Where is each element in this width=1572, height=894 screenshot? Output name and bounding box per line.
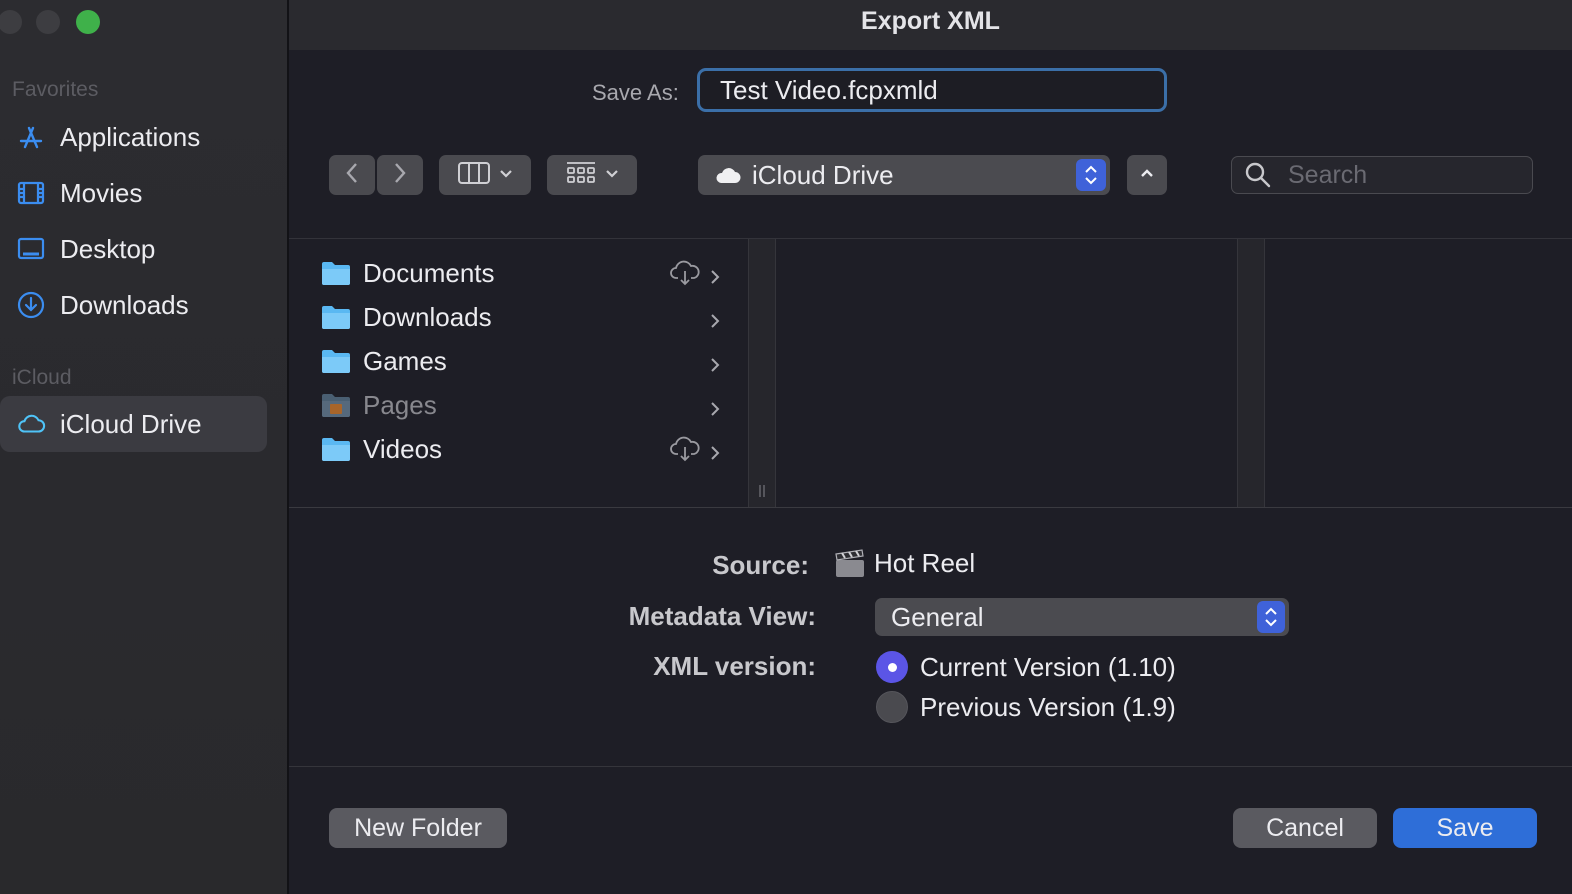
sidebar-item-movies[interactable]: Movies — [0, 165, 267, 221]
window-title: Export XML — [289, 0, 1572, 50]
column-resize-handle[interactable] — [1237, 239, 1265, 507]
folder-icon — [321, 348, 351, 374]
sidebar-item-applications[interactable]: Applications — [0, 109, 267, 165]
chevron-up-icon — [1139, 166, 1155, 184]
movies-icon — [16, 178, 46, 208]
up-down-chevron-icon — [1257, 601, 1285, 633]
radio-label: Previous Version (1.9) — [920, 691, 1176, 722]
list-item[interactable]: Downloads — [321, 297, 721, 337]
sidebar-item-label: Downloads — [60, 289, 189, 320]
grid-icon — [565, 160, 597, 191]
chevron-down-icon — [605, 166, 619, 184]
chevron-left-icon — [344, 161, 360, 190]
radio-selected-icon — [876, 651, 908, 683]
chevron-right-icon — [709, 307, 721, 338]
sidebar-item-label: Applications — [60, 121, 201, 152]
folder-icon — [321, 260, 351, 286]
window-controls — [0, 10, 120, 34]
file-name: Videos — [363, 433, 443, 464]
close-window-button[interactable] — [0, 10, 22, 34]
list-item[interactable]: Games — [321, 341, 721, 381]
sidebar-item-label: Movies — [60, 177, 143, 208]
chevron-right-icon — [709, 351, 721, 382]
metadata-view-label: Metadata View: — [628, 601, 816, 631]
save-button[interactable]: Save — [1393, 808, 1537, 848]
desktop-icon — [16, 234, 46, 264]
radio-label: Current Version (1.10) — [920, 651, 1176, 682]
sidebar-item-label: iCloud Drive — [60, 408, 202, 439]
location-label: iCloud Drive — [752, 159, 894, 190]
sidebar-section-favorites: Favorites — [12, 78, 99, 101]
browser-column: Documents Downloads Games Pages Videos — [289, 239, 748, 507]
folder-icon — [321, 436, 351, 462]
chevron-down-icon — [499, 166, 513, 184]
clapperboard-icon — [834, 548, 866, 579]
file-browser: Documents Downloads Games Pages Videos — [289, 238, 1572, 508]
downloads-icon — [16, 290, 46, 320]
folder-icon — [321, 304, 351, 330]
zoom-window-button[interactable] — [76, 10, 100, 34]
xml-version-previous-radio[interactable]: Previous Version (1.9) — [876, 691, 1176, 723]
cancel-button[interactable]: Cancel — [1233, 808, 1377, 848]
source-value: Hot Reel — [834, 548, 975, 579]
sidebar: Favorites Applications Movies Desktop Do… — [0, 0, 289, 894]
view-columns-button[interactable] — [439, 155, 531, 195]
metadata-view-value: General — [891, 602, 984, 632]
minimize-window-button[interactable] — [36, 10, 60, 34]
xml-version-current-radio[interactable]: Current Version (1.10) — [876, 651, 1176, 683]
pages-folder-icon — [321, 392, 351, 418]
chevron-right-icon — [392, 161, 408, 190]
list-item[interactable]: Videos — [321, 429, 721, 469]
file-name: Documents — [363, 257, 495, 288]
save-as-label: Save As: — [592, 80, 679, 105]
divider — [289, 766, 1572, 767]
applications-icon — [16, 122, 46, 152]
expand-collapse-button[interactable] — [1127, 155, 1167, 195]
chevron-right-icon — [709, 395, 721, 426]
columns-view-icon — [457, 161, 491, 190]
file-name: Downloads — [363, 301, 492, 332]
location-popup[interactable]: iCloud Drive — [698, 155, 1110, 195]
sidebar-item-desktop[interactable]: Desktop — [0, 221, 267, 277]
radio-unselected-icon — [876, 691, 908, 723]
forward-button[interactable] — [377, 155, 423, 195]
chevron-right-icon — [709, 263, 721, 294]
column-resize-handle[interactable] — [748, 239, 776, 507]
chevron-right-icon — [709, 439, 721, 470]
sidebar-item-downloads[interactable]: Downloads — [0, 277, 267, 333]
metadata-view-popup[interactable]: General — [875, 598, 1289, 636]
new-folder-button[interactable]: New Folder — [329, 808, 507, 848]
search-input[interactable] — [1286, 159, 1520, 191]
sidebar-item-icloud-drive[interactable]: iCloud Drive — [0, 396, 267, 452]
search-field[interactable] — [1231, 156, 1533, 194]
file-name: Pages — [363, 389, 437, 420]
xml-version-label: XML version: — [653, 651, 816, 681]
save-panel: Save As: iCloud Drive Documents — [289, 50, 1572, 894]
cloud-download-icon[interactable] — [669, 435, 701, 470]
list-item[interactable]: Pages — [321, 385, 721, 425]
list-item[interactable]: Documents — [321, 253, 721, 293]
cloud-icon — [16, 409, 46, 439]
search-icon — [1244, 161, 1272, 189]
cloud-icon — [714, 164, 742, 186]
cloud-download-icon[interactable] — [669, 259, 701, 294]
browser-column — [776, 239, 1237, 507]
save-as-input[interactable] — [697, 68, 1167, 112]
up-down-chevron-icon — [1076, 159, 1106, 191]
back-button[interactable] — [329, 155, 375, 195]
sidebar-section-icloud: iCloud — [12, 366, 72, 389]
sidebar-item-label: Desktop — [60, 233, 156, 264]
file-name: Games — [363, 345, 447, 376]
group-by-button[interactable] — [547, 155, 637, 195]
source-name: Hot Reel — [874, 548, 976, 578]
source-label: Source: — [712, 550, 809, 580]
